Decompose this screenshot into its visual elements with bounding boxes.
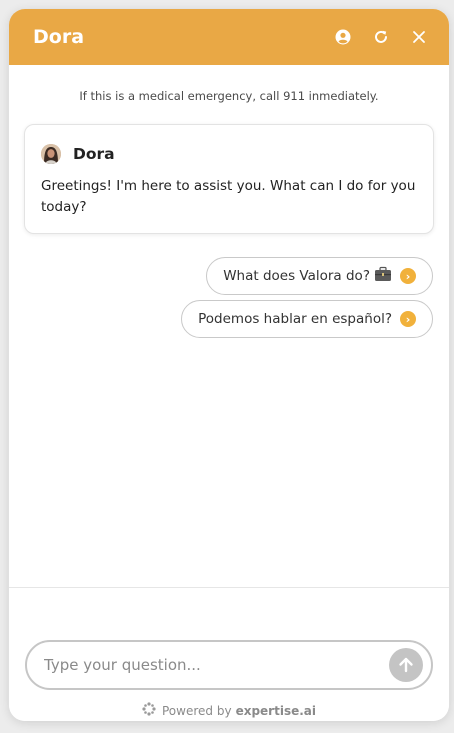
send-button[interactable] (389, 648, 423, 682)
refresh-button[interactable] (371, 27, 391, 47)
chevron-right-icon: › (400, 268, 416, 284)
account-button[interactable] (333, 27, 353, 47)
sender-name: Dora (73, 145, 115, 163)
message-sender: Dora (41, 144, 417, 164)
briefcase-icon (374, 266, 392, 286)
suggestion-label: Podemos hablar en español? (198, 311, 392, 327)
chat-footer: Powered by expertise.ai (9, 587, 449, 721)
avatar (41, 144, 61, 164)
powered-by-prefix: Powered by (162, 703, 232, 718)
message-text: Greetings! I'm here to assist you. What … (41, 178, 416, 215)
bot-message: Dora Greetings! I'm here to assist you. … (24, 124, 434, 234)
question-input-wrapper (25, 640, 433, 690)
expertise-logo-icon (142, 702, 156, 719)
arrow-up-icon (399, 657, 413, 673)
emergency-notice: If this is a medical emergency, call 911… (79, 89, 379, 103)
chat-widget: Dora If this is a medical emergency, cal… (9, 9, 449, 721)
powered-by: Powered by expertise.ai (9, 702, 449, 719)
question-input[interactable] (42, 655, 389, 675)
suggestion-valora[interactable]: What does Valora do? › (206, 257, 433, 295)
account-icon (335, 29, 351, 45)
suggestion-label: What does Valora do? (223, 268, 370, 284)
powered-by-brand-link[interactable]: expertise.ai (236, 704, 316, 718)
close-icon (413, 31, 425, 43)
close-button[interactable] (409, 27, 429, 47)
chevron-right-icon: › (400, 311, 416, 327)
chat-title: Dora (33, 26, 85, 48)
refresh-icon (375, 30, 387, 43)
suggestion-espanol[interactable]: Podemos hablar en español? › (181, 300, 433, 338)
chat-header: Dora (9, 9, 449, 65)
